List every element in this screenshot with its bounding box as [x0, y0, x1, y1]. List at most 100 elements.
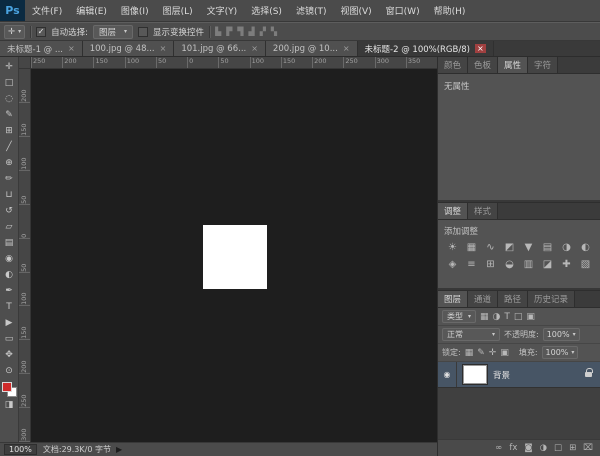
black-white-icon[interactable]: ◐ [577, 242, 594, 253]
auto-select-checkbox[interactable]: ✓ [36, 27, 46, 37]
channel-mixer-icon[interactable]: ≡ [463, 259, 480, 270]
vibrance-icon[interactable]: ▼ [520, 242, 537, 253]
threshold-icon[interactable]: ◪ [539, 259, 556, 270]
auto-select-target-dropdown[interactable]: 图层 ▾ [93, 25, 133, 39]
marquee-tool[interactable]: □ [1, 75, 18, 91]
document-canvas[interactable] [203, 225, 267, 289]
path-select-tool[interactable]: ▶ [1, 315, 18, 331]
close-icon[interactable]: × [68, 44, 75, 53]
tab-channels[interactable]: 通道 [468, 291, 498, 307]
align-bottom-icon[interactable]: ▚ [271, 27, 277, 36]
close-icon[interactable]: × [251, 44, 258, 53]
adjustment-icon[interactable]: ◑ [540, 443, 547, 453]
layer-thumbnail[interactable] [463, 365, 487, 384]
align-top-icon[interactable]: ▟ [249, 27, 255, 36]
align-left-icon[interactable]: ▙ [215, 27, 221, 36]
zoom-tool[interactable]: ⊙ [1, 363, 18, 379]
photoshop-logo[interactable]: Ps [0, 0, 25, 21]
close-icon[interactable]: × [160, 44, 167, 53]
layer-filter-type-dropdown[interactable]: 类型 ▾ [442, 310, 476, 323]
filter-smart-objects-icon[interactable]: ▣ [526, 312, 535, 322]
healing-brush-tool[interactable]: ⊕ [1, 155, 18, 171]
document-info[interactable]: 文档:29.3K/0 字节 ▶ [43, 444, 122, 455]
move-tool[interactable]: ✛ [1, 59, 18, 75]
gradient-map-icon[interactable]: ▧ [577, 259, 594, 270]
lock-pixels-icon[interactable]: ✎ [477, 348, 485, 358]
zoom-level-field[interactable]: 100% [4, 444, 37, 455]
quick-select-tool[interactable]: ✎ [1, 107, 18, 123]
clone-stamp-tool[interactable]: ⊔ [1, 187, 18, 203]
selective-color-icon[interactable]: ✚ [558, 259, 575, 270]
tab-color[interactable]: 颜色 [438, 57, 468, 73]
gradient-tool[interactable]: ▤ [1, 235, 18, 251]
menu-view[interactable]: 视图(V) [333, 0, 378, 21]
tab-styles[interactable]: 样式 [468, 203, 498, 219]
layer-row-background[interactable]: ◉ 背景 [438, 362, 600, 388]
foreground-color-swatch[interactable] [2, 382, 12, 392]
doc-tab-untitled-1[interactable]: 未标题-1 @ ... × [0, 41, 83, 56]
close-icon[interactable]: × [343, 44, 350, 53]
menu-filter[interactable]: 滤镜(T) [289, 0, 334, 21]
posterize-icon[interactable]: ▥ [520, 259, 537, 270]
tab-swatches[interactable]: 色板 [468, 57, 498, 73]
menu-select[interactable]: 选择(S) [244, 0, 289, 21]
eraser-tool[interactable]: ▱ [1, 219, 18, 235]
invert-icon[interactable]: ◒ [501, 259, 518, 270]
doc-tab-101jpg[interactable]: 101.jpg @ 66... × [174, 41, 266, 56]
blur-tool[interactable]: ◉ [1, 251, 18, 267]
tab-paths[interactable]: 路径 [498, 291, 528, 307]
levels-icon[interactable]: ▦ [463, 242, 480, 253]
color-balance-icon[interactable]: ◑ [558, 242, 575, 253]
quick-mask-tool[interactable]: ◨ [1, 397, 18, 413]
horizontal-ruler[interactable]: 250 200 150 100 50 0 50 100 150 200 250 … [31, 57, 437, 69]
filter-type-layers-icon[interactable]: T [504, 312, 510, 322]
brightness-contrast-icon[interactable]: ☀ [444, 242, 461, 253]
align-center-v-icon[interactable]: ▞ [260, 27, 266, 36]
tool-preset-picker[interactable]: ✛ ▾ [4, 25, 25, 39]
menu-window[interactable]: 窗口(W) [379, 0, 427, 21]
tab-history[interactable]: 历史记录 [528, 291, 575, 307]
eyedropper-tool[interactable]: ╱ [1, 139, 18, 155]
tab-character[interactable]: 字符 [528, 57, 558, 73]
visibility-eye-icon[interactable]: ◉ [438, 362, 457, 387]
dodge-tool[interactable]: ◐ [1, 267, 18, 283]
fill-value-field[interactable]: 100% ▾ [542, 346, 579, 359]
show-transform-checkbox[interactable] [138, 27, 148, 37]
photo-filter-icon[interactable]: ◈ [444, 259, 461, 270]
opacity-value-field[interactable]: 100% ▾ [543, 328, 580, 341]
doc-tab-untitled-2-active[interactable]: 未标题-2 @ 100%(RGB/8) × [358, 41, 494, 56]
hand-tool[interactable]: ✥ [1, 347, 18, 363]
brush-tool[interactable]: ✏ [1, 171, 18, 187]
crop-tool[interactable]: ⊞ [1, 123, 18, 139]
ruler-origin-corner[interactable] [19, 57, 31, 69]
color-lookup-icon[interactable]: ⊞ [482, 259, 499, 270]
delete-icon[interactable]: ⌧ [583, 443, 593, 453]
blend-mode-dropdown[interactable]: 正常 ▾ [442, 328, 500, 341]
lock-all-icon[interactable]: ▣ [500, 348, 509, 358]
link-icon[interactable]: ∞ [495, 443, 502, 453]
filter-shape-layers-icon[interactable]: □ [514, 312, 523, 322]
fx-icon[interactable]: fx [509, 443, 517, 453]
align-right-icon[interactable]: ▜ [237, 27, 243, 36]
pen-tool[interactable]: ✒ [1, 283, 18, 299]
type-tool[interactable]: T [1, 299, 18, 315]
filter-pixel-layers-icon[interactable]: ▦ [480, 312, 489, 322]
curves-icon[interactable]: ∿ [482, 242, 499, 253]
canvas-viewport[interactable] [31, 69, 437, 442]
mask-icon[interactable]: ◙ [524, 443, 532, 453]
doc-tab-100jpg[interactable]: 100.jpg @ 48... × [83, 41, 175, 56]
hue-saturation-icon[interactable]: ▤ [539, 242, 556, 253]
close-icon[interactable]: × [475, 44, 486, 53]
menu-image[interactable]: 图像(I) [114, 0, 156, 21]
history-brush-tool[interactable]: ↺ [1, 203, 18, 219]
tab-layers[interactable]: 图层 [438, 291, 468, 307]
lock-transparent-icon[interactable]: ▦ [465, 348, 474, 358]
menu-help[interactable]: 帮助(H) [427, 0, 473, 21]
lasso-tool[interactable]: ◌ [1, 91, 18, 107]
shape-tool[interactable]: ▭ [1, 331, 18, 347]
new-layer-icon[interactable]: ⊞ [569, 443, 576, 453]
status-menu-arrow-icon[interactable]: ▶ [116, 445, 122, 454]
exposure-icon[interactable]: ◩ [501, 242, 518, 253]
lock-position-icon[interactable]: ✛ [489, 348, 497, 358]
group-icon[interactable]: □ [554, 443, 562, 453]
